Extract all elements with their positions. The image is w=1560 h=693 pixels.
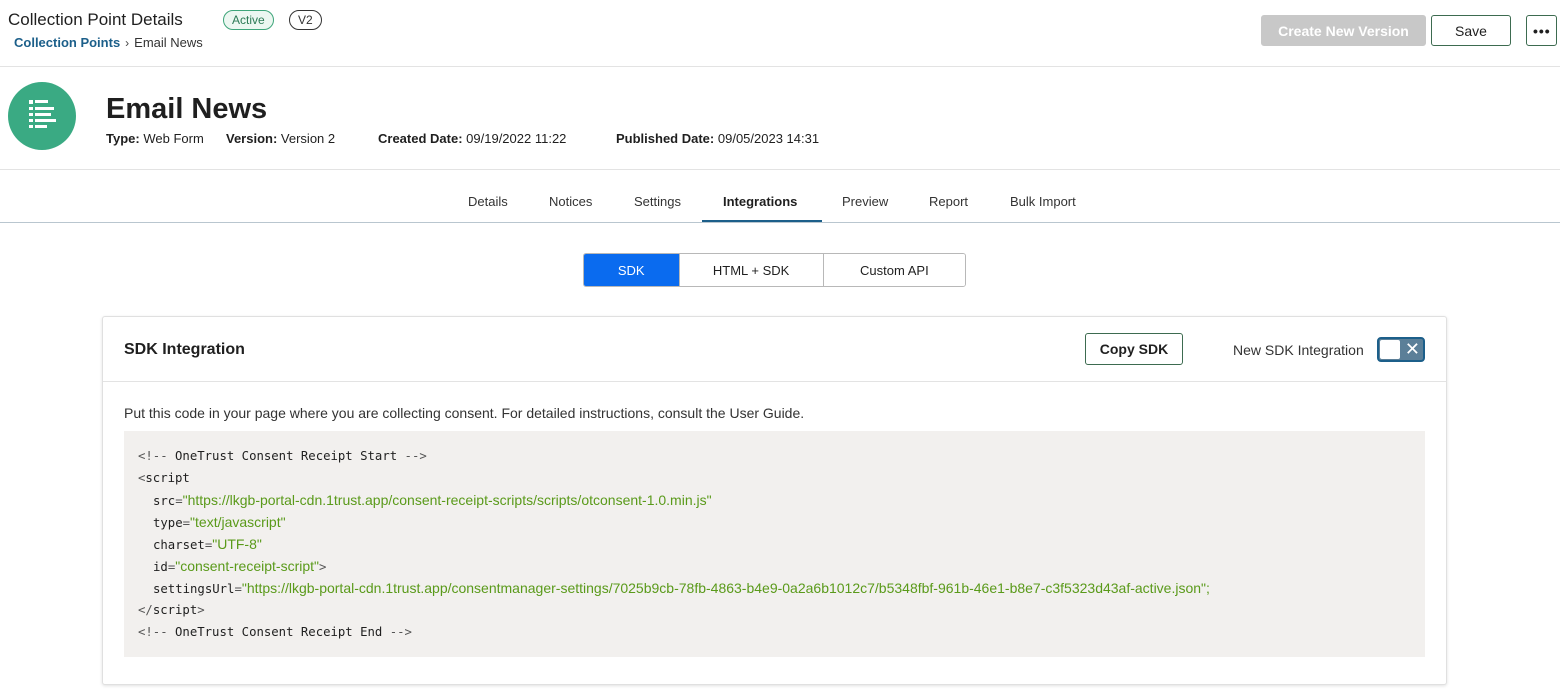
chevron-right-icon: › [125, 36, 130, 50]
record-summary: Email News Type: Web Form Version: Versi… [0, 67, 1560, 170]
new-sdk-toggle-label: New SDK Integration [1233, 342, 1364, 358]
toggle-knob [1380, 340, 1400, 359]
sdk-integration-card: SDK Integration Copy SDK New SDK Integra… [102, 316, 1447, 685]
code-line: <script [138, 471, 190, 485]
breadcrumb: Collection Points › Email News [14, 35, 203, 50]
instructions-text: Put this code in your page where you are… [124, 405, 805, 421]
tab-preview[interactable]: Preview [842, 194, 888, 209]
code-line: type="text/javascript" [153, 514, 286, 530]
integration-type-selector: SDK HTML + SDK Custom API [583, 253, 966, 287]
code-line: charset="UTF-8" [153, 536, 262, 552]
code-snippet[interactable]: <!-- OneTrust Consent Receipt Start --> … [124, 431, 1425, 657]
create-new-version-button[interactable]: Create New Version [1261, 15, 1426, 46]
card-header: SDK Integration Copy SDK New SDK Integra… [103, 317, 1446, 382]
top-header: Collection Point Details Active V2 Colle… [0, 0, 1560, 67]
code-line: <!-- OneTrust Consent Receipt End --> [138, 625, 412, 639]
active-tab-indicator [702, 220, 822, 222]
tab-details[interactable]: Details [468, 194, 508, 209]
code-line: settingsUrl="https://lkgb-portal-cdn.1tr… [153, 580, 1210, 596]
segment-html-sdk[interactable]: HTML + SDK [679, 254, 824, 286]
record-name: Email News [106, 93, 268, 125]
meta-created-date: Created Date: 09/19/2022 11:22 [378, 131, 567, 146]
tab-bar: Details Notices Settings Integrations Pr… [0, 170, 1560, 223]
version-badge: V2 [289, 10, 322, 30]
breadcrumb-link-collection-points[interactable]: Collection Points [14, 35, 120, 50]
tab-notices[interactable]: Notices [549, 194, 592, 209]
meta-type: Type: Web Form [106, 131, 204, 146]
close-icon: ✕ [1404, 339, 1420, 359]
tab-report[interactable]: Report [929, 194, 968, 209]
copy-sdk-button[interactable]: Copy SDK [1085, 333, 1183, 365]
new-sdk-integration-toggle[interactable]: ✕ [1377, 337, 1425, 362]
code-line: </script> [138, 603, 205, 617]
card-title: SDK Integration [124, 341, 245, 358]
tab-bulk-import[interactable]: Bulk Import [1010, 194, 1076, 209]
code-line: <!-- OneTrust Consent Receipt Start --> [138, 449, 427, 463]
page-title: Collection Point Details [8, 10, 183, 29]
meta-version: Version: Version 2 [226, 131, 336, 146]
more-options-button[interactable]: ••• [1526, 15, 1557, 46]
form-list-icon [8, 82, 76, 150]
meta-published-date: Published Date: 09/05/2023 14:31 [616, 131, 820, 146]
breadcrumb-current: Email News [134, 35, 203, 50]
tab-integrations[interactable]: Integrations [723, 194, 797, 209]
code-line: id="consent-receipt-script"> [153, 558, 327, 574]
save-button[interactable]: Save [1431, 15, 1511, 46]
code-line: src="https://lkgb-portal-cdn.1trust.app/… [153, 492, 712, 508]
segment-custom-api[interactable]: Custom API [823, 254, 965, 286]
segment-sdk[interactable]: SDK [584, 254, 680, 286]
status-badge: Active [223, 10, 274, 30]
tab-settings[interactable]: Settings [634, 194, 681, 209]
